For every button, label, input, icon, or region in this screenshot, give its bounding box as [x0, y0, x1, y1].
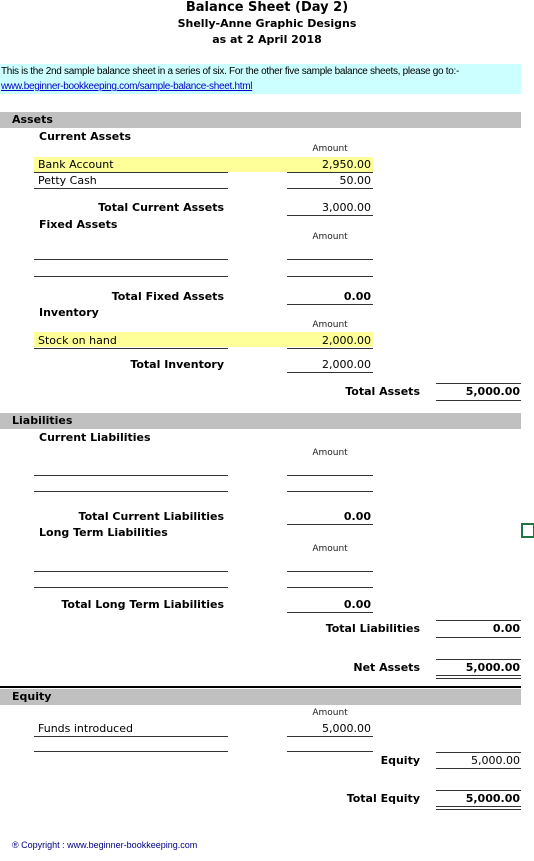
- double-underline: [436, 806, 521, 810]
- empty-amount-line[interactable]: [287, 571, 373, 572]
- overline: [436, 383, 521, 384]
- row-label-bank-account[interactable]: Bank Account: [38, 158, 114, 171]
- overline: [436, 659, 521, 660]
- total-equity-label: Total Equity: [346, 792, 420, 805]
- underline: [287, 612, 373, 613]
- overline: [436, 620, 521, 621]
- info-box: This is the 2nd sample balance sheet in …: [0, 64, 521, 94]
- empty-amount-line[interactable]: [287, 259, 373, 260]
- empty-row-line[interactable]: [34, 491, 228, 492]
- section-divider: [0, 686, 521, 688]
- underline: [287, 304, 373, 305]
- info-link[interactable]: www.beginner-bookkeeping.com/sample-bala…: [1, 81, 252, 92]
- underline: [287, 372, 373, 373]
- total-current-assets-label: Total Current Assets: [98, 201, 224, 214]
- empty-row-line[interactable]: [34, 571, 228, 572]
- underline: [436, 637, 521, 638]
- total-inventory-value[interactable]: 2,000.00: [287, 358, 371, 371]
- copyright-text: ® Copyright : www.beginner-bookkeeping.c…: [12, 840, 198, 850]
- company-name: Shelly-Anne Graphic Designs: [177, 17, 357, 30]
- total-fixed-assets-label: Total Fixed Assets: [111, 290, 224, 303]
- inventory-heading: Inventory: [39, 306, 99, 319]
- amount-header: Amount: [312, 144, 348, 154]
- current-liabilities-heading: Current Liabilities: [39, 431, 151, 444]
- underline: [287, 172, 373, 173]
- equity-subtotal-value[interactable]: 5,000.00: [436, 754, 520, 767]
- underline: [436, 768, 521, 769]
- total-inventory-label: Total Inventory: [130, 358, 224, 371]
- empty-amount-line[interactable]: [287, 751, 373, 752]
- net-assets-label: Net Assets: [353, 661, 420, 674]
- empty-row-line[interactable]: [34, 259, 228, 260]
- empty-row-line[interactable]: [34, 751, 228, 752]
- amount-header: Amount: [312, 544, 348, 554]
- underline: [287, 524, 373, 525]
- total-current-liabilities-value[interactable]: 0.00: [287, 510, 371, 523]
- row-amount-funds-introduced[interactable]: 5,000.00: [287, 722, 371, 735]
- amount-header: Amount: [312, 448, 348, 458]
- underline: [34, 348, 228, 349]
- sheet-date: as at 2 April 2018: [212, 33, 322, 46]
- row-label-stock-on-hand[interactable]: Stock on hand: [38, 334, 117, 347]
- sheet-title: Balance Sheet (Day 2): [185, 0, 349, 15]
- total-assets-value[interactable]: 5,000.00: [436, 385, 520, 398]
- liabilities-section-header: Liabilities: [0, 413, 521, 429]
- overline: [436, 790, 521, 791]
- empty-amount-line[interactable]: [287, 587, 373, 588]
- current-assets-heading: Current Assets: [39, 130, 132, 143]
- net-assets-value[interactable]: 5,000.00: [436, 661, 520, 674]
- underline: [34, 188, 228, 189]
- info-text: This is the 2nd sample balance sheet in …: [1, 66, 460, 77]
- row-amount-petty-cash[interactable]: 50.00: [287, 174, 372, 187]
- total-long-term-liabilities-value[interactable]: 0.00: [287, 598, 371, 611]
- row-amount-bank-account[interactable]: 2,950.00: [287, 158, 371, 171]
- equity-subtotal-label: Equity: [380, 754, 420, 767]
- long-term-liabilities-heading: Long Term Liabilities: [39, 526, 168, 539]
- selected-cell-indicator[interactable]: [521, 523, 534, 538]
- amount-header: Amount: [312, 708, 348, 718]
- assets-section-header: Assets: [0, 112, 521, 128]
- row-label-petty-cash[interactable]: Petty Cash: [38, 174, 97, 187]
- total-long-term-liabilities-label: Total Long Term Liabilities: [61, 598, 224, 611]
- assets-label: Assets: [12, 113, 53, 126]
- row-amount-stock-on-hand[interactable]: 2,000.00: [287, 334, 371, 347]
- underline: [287, 215, 373, 216]
- empty-amount-line[interactable]: [287, 475, 373, 476]
- underline: [287, 736, 373, 737]
- underline: [34, 172, 228, 173]
- double-underline: [436, 675, 521, 679]
- underline: [287, 348, 373, 349]
- row-label-funds-introduced[interactable]: Funds introduced: [38, 722, 133, 735]
- empty-row-line[interactable]: [34, 475, 228, 476]
- empty-row-line[interactable]: [34, 587, 228, 588]
- equity-label: Equity: [12, 690, 52, 703]
- empty-amount-line[interactable]: [287, 276, 373, 277]
- amount-header: Amount: [312, 232, 348, 242]
- overline: [436, 752, 521, 753]
- empty-amount-line[interactable]: [287, 491, 373, 492]
- total-current-assets-value[interactable]: 3,000.00: [287, 201, 371, 214]
- fixed-assets-heading: Fixed Assets: [39, 218, 118, 231]
- underline: [287, 188, 373, 189]
- amount-header: Amount: [312, 320, 348, 330]
- total-assets-label: Total Assets: [345, 385, 420, 398]
- empty-row-line[interactable]: [34, 276, 228, 277]
- underline: [436, 400, 521, 401]
- total-equity-value[interactable]: 5,000.00: [436, 792, 520, 805]
- underline: [34, 736, 228, 737]
- total-current-liabilities-label: Total Current Liabilities: [78, 510, 224, 523]
- equity-section-header: Equity: [0, 689, 521, 705]
- total-liabilities-value[interactable]: 0.00: [436, 622, 520, 635]
- total-liabilities-label: Total Liabilities: [325, 622, 420, 635]
- liabilities-label: Liabilities: [12, 414, 73, 427]
- total-fixed-assets-value[interactable]: 0.00: [287, 290, 371, 303]
